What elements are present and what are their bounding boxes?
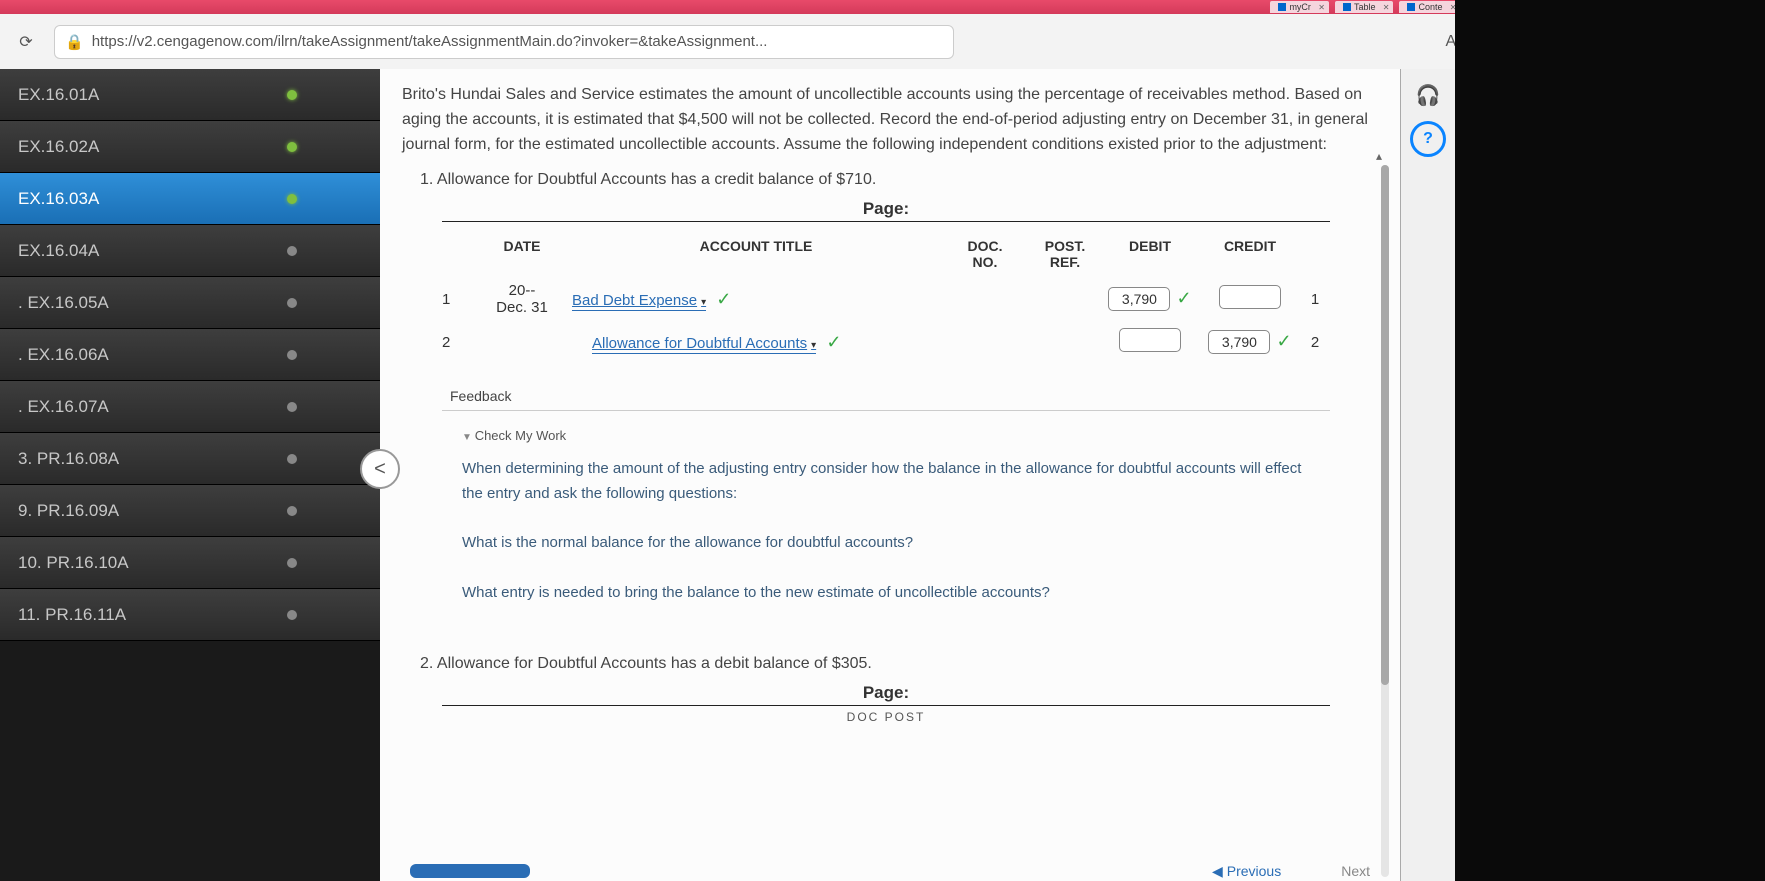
nav-item-ex-16-03a[interactable]: EX.16.03A <box>0 173 380 225</box>
check-icon: ✓ <box>826 332 841 352</box>
feedback-text: What is the normal balance for the allow… <box>462 531 1310 556</box>
nav-item-ex-16-06a[interactable]: . EX.16.06A <box>0 329 380 381</box>
status-dot <box>287 454 297 464</box>
site-info-icon[interactable]: 🔒 <box>65 33 84 51</box>
nav-item-ex-16-05a[interactable]: . EX.16.05A <box>0 277 380 329</box>
account-dropdown[interactable]: Allowance for Doubtful Accounts▾ <box>592 335 816 354</box>
nav-item-ex-16-01a[interactable]: EX.16.01A <box>0 69 380 121</box>
nav-item-pr-16-09a[interactable]: 9. PR.16.09A <box>0 485 380 537</box>
nav-item-ex-16-07a[interactable]: . EX.16.07A <box>0 381 380 433</box>
main-content: Brito's Hundai Sales and Service estimat… <box>380 69 1400 881</box>
status-dot <box>287 402 297 412</box>
chevron-down-icon: ▾ <box>701 297 706 308</box>
status-dot <box>287 506 297 516</box>
url-text: https://v2.cengagenow.com/ilrn/takeAssig… <box>92 33 768 50</box>
scroll-up-icon[interactable]: ▴ <box>1376 149 1382 163</box>
status-dot <box>287 194 297 204</box>
check-my-work-toggle[interactable]: Check My Work <box>462 425 1310 447</box>
journal-header: DATE ACCOUNT TITLE DOC.NO. POST.REF. DEB… <box>442 232 1330 276</box>
next-button[interactable]: Next <box>1341 863 1370 880</box>
status-dot <box>287 350 297 360</box>
status-dot <box>287 90 297 100</box>
page-label: Page: <box>402 199 1370 219</box>
partial-header: DOC POST <box>402 710 1370 724</box>
close-icon[interactable]: ✕ <box>1383 3 1390 12</box>
nav-item-pr-16-10a[interactable]: 10. PR.16.10A <box>0 537 380 589</box>
help-icon[interactable]: ? <box>1410 121 1446 157</box>
journal-rule <box>442 705 1330 706</box>
previous-button[interactable]: ◀ Previous <box>1212 863 1281 880</box>
status-dot <box>287 142 297 152</box>
check-icon: ✓ <box>1276 331 1291 351</box>
status-dot <box>287 298 297 308</box>
condition-1: 1. Allowance for Doubtful Accounts has a… <box>420 171 1370 189</box>
debit-input[interactable] <box>1119 328 1181 352</box>
collapse-nav-button[interactable]: < <box>360 449 400 489</box>
close-icon[interactable]: ✕ <box>1318 3 1325 12</box>
status-dot <box>287 610 297 620</box>
credit-input[interactable] <box>1219 285 1281 309</box>
address-bar[interactable]: 🔒 https://v2.cengagenow.com/ilrn/takeAss… <box>54 25 954 59</box>
tab-strip: myCr✕ Table✕ Conte✕ Ceng✕ + <box>0 0 1555 14</box>
refresh-icon[interactable]: ⟳ <box>12 28 40 56</box>
off-screen-area <box>1455 0 1765 881</box>
journal-row: 2 Allowance for Doubtful Accounts▾ ✓ 3,7… <box>442 322 1330 362</box>
feedback-body: Check My Work When determining the amoun… <box>462 425 1310 605</box>
workspace: EX.16.01A EX.16.02A EX.16.03A EX.16.04A … <box>0 69 1400 881</box>
browser-tab[interactable]: myCr✕ <box>1270 1 1329 13</box>
feedback-text: What entry is needed to bring the balanc… <box>462 581 1310 606</box>
status-dot <box>287 246 297 256</box>
nav-item-pr-16-08a[interactable]: 3. PR.16.08A <box>0 433 380 485</box>
journal-table: DATE ACCOUNT TITLE DOC.NO. POST.REF. DEB… <box>442 232 1330 362</box>
problem-text: Brito's Hundai Sales and Service estimat… <box>402 83 1370 157</box>
footer-bar: ◀ Previous Next <box>380 861 1400 881</box>
credit-input[interactable]: 3,790 <box>1208 330 1270 354</box>
nav-item-ex-16-04a[interactable]: EX.16.04A <box>0 225 380 277</box>
nav-item-pr-16-11a[interactable]: 11. PR.16.11A <box>0 589 380 641</box>
check-icon: ✓ <box>716 289 731 309</box>
check-my-work-button[interactable] <box>410 864 530 878</box>
scroll-thumb[interactable] <box>1381 165 1389 685</box>
scrollbar[interactable]: ▴ <box>1376 149 1394 877</box>
status-dot <box>287 558 297 568</box>
page-label: Page: <box>402 683 1370 703</box>
condition-2: 2. Allowance for Doubtful Accounts has a… <box>420 655 1370 673</box>
account-dropdown[interactable]: Bad Debt Expense▾ <box>572 292 706 311</box>
check-icon: ✓ <box>1176 288 1191 308</box>
journal-rule <box>442 221 1330 222</box>
debit-input[interactable]: 3,790 <box>1108 287 1170 311</box>
feedback-header: Feedback <box>442 380 1330 411</box>
browser-tab[interactable]: Conte✕ <box>1399 1 1460 13</box>
feedback-text: When determining the amount of the adjus… <box>462 457 1310 507</box>
headset-icon[interactable]: 🎧 <box>1410 77 1446 113</box>
chevron-down-icon: ▾ <box>811 340 816 351</box>
browser-tab[interactable]: Table✕ <box>1335 1 1394 13</box>
exercise-nav: EX.16.01A EX.16.02A EX.16.03A EX.16.04A … <box>0 69 380 881</box>
journal-row: 1 20--Dec. 31 Bad Debt Expense▾ ✓ 3,790✓… <box>442 276 1330 322</box>
nav-item-ex-16-02a[interactable]: EX.16.02A <box>0 121 380 173</box>
right-sidebar: 🎧 ? <box>1400 69 1455 881</box>
